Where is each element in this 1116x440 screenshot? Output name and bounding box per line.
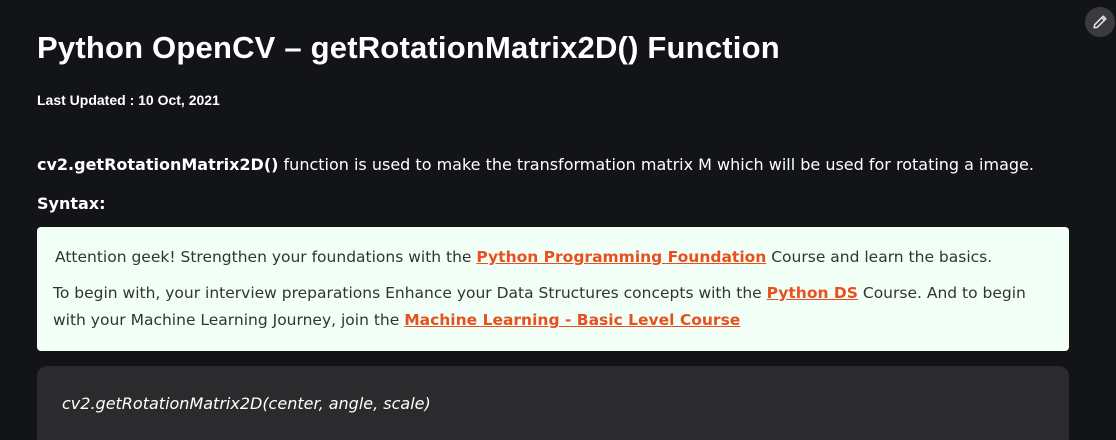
machine-learning-course-link[interactable]: Machine Learning - Basic Level Course — [404, 311, 740, 329]
intro-paragraph: cv2.getRotationMatrix2D() function is us… — [37, 155, 1034, 174]
promo-line-1-prefix: Attention geek! Strengthen your foundati… — [55, 248, 477, 266]
pencil-icon — [1093, 15, 1107, 29]
promo-line-1-suffix: Course and learn the basics. — [766, 248, 993, 266]
promo-line-2: To begin with, your interview preparatio… — [53, 280, 1053, 334]
promo-line-2-prefix: To begin with, your interview preparatio… — [53, 284, 767, 302]
article-page: Python OpenCV – getRotationMatrix2D() Fu… — [0, 0, 1116, 440]
syntax-label: Syntax: — [37, 194, 106, 213]
promo-line-1: Attention geek! Strengthen your foundati… — [53, 245, 1053, 269]
function-name: cv2.getRotationMatrix2D() — [37, 155, 279, 174]
last-updated: Last Updated : 10 Oct, 2021 — [37, 92, 220, 108]
code-block: cv2.getRotationMatrix2D(center, angle, s… — [37, 366, 1069, 440]
page-title: Python OpenCV – getRotationMatrix2D() Fu… — [37, 30, 780, 65]
python-programming-foundation-link[interactable]: Python Programming Foundation — [476, 248, 766, 266]
python-ds-link[interactable]: Python DS — [767, 284, 858, 302]
intro-description: function is used to make the transformat… — [278, 155, 1034, 174]
edit-button[interactable] — [1085, 7, 1115, 37]
syntax-signature: cv2.getRotationMatrix2D(center, angle, s… — [62, 394, 431, 413]
promo-box: Attention geek! Strengthen your foundati… — [37, 227, 1069, 351]
